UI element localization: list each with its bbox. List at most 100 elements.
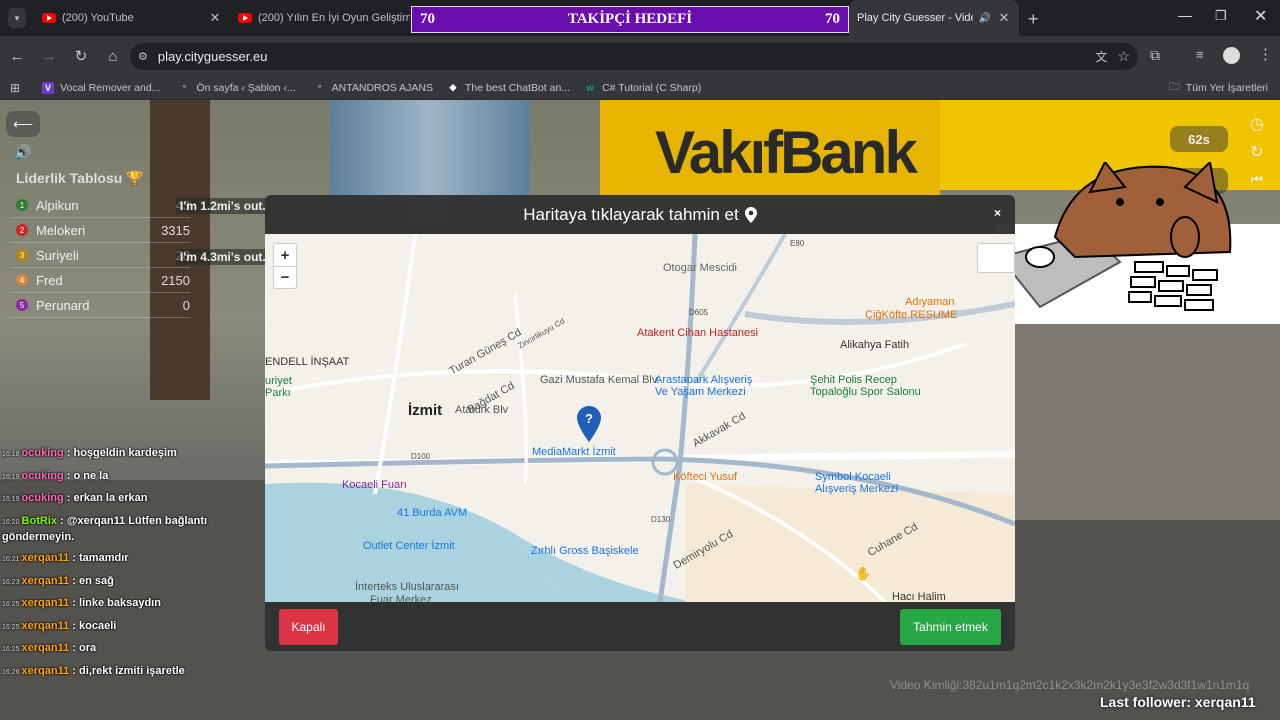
zoom-controls: + − [273, 243, 297, 289]
rank-badge: 5 [16, 299, 28, 311]
chat-message: 16:19 ocuking : o ne la [2, 469, 264, 485]
chat-time: 16:25 [2, 646, 20, 653]
zoom-in-button[interactable]: + [274, 244, 296, 266]
chat-time: 16:19 [2, 473, 20, 481]
site-info-icon[interactable]: ⚙ [138, 50, 148, 63]
chat-username: xerqan11 [21, 619, 70, 632]
map-label: Ve Yaşam Merkezi [655, 386, 746, 398]
vocal-remover-icon: V [42, 81, 55, 94]
chat-message: 16:18 ocuking : hoşgeldin kardeşim [2, 446, 264, 462]
stream-chat: 16:18 ocuking : hoşgeldin kardeşim 16:19 oc… [2, 446, 264, 686]
map-label: D100 [411, 452, 431, 461]
out-notice-1: I'm 1.2mi's out. [176, 198, 270, 214]
guess-map-modal: Haritaya tıklayarak tahmin et × + − Otog… [265, 195, 1015, 651]
all-bookmarks-label: Tüm Yer İşaretleri [1185, 81, 1268, 94]
volume-icon[interactable]: 🔊 [6, 139, 40, 165]
youtube-icon [42, 13, 56, 23]
back-button[interactable]: ⟵ [6, 111, 40, 137]
leaderboard-row: 4 Fred 2150 [10, 268, 190, 293]
chat-time: 16:19 [2, 496, 20, 503]
reload-icon[interactable]: ↻ [66, 41, 96, 71]
tab-search-button[interactable]: ▾ [0, 0, 34, 36]
tab-cityguesser[interactable]: Play City Guesser - Video A 🔊 ✕ [849, 0, 1019, 36]
folder-icon: 🗀 [1169, 80, 1180, 93]
map-label: İnterteks Uluslararası [355, 581, 459, 593]
modal-header: Haritaya tıklayarak tahmin et × [265, 195, 1015, 234]
tab-youtube[interactable]: (200) YouTube ✕ [34, 0, 230, 36]
chat-time: 16:25 [2, 623, 20, 631]
apps-icon[interactable]: ⊞ [10, 81, 20, 95]
guess-button[interactable]: Tahmin etmek [900, 609, 1001, 645]
menu-icon[interactable]: ⋮ [1258, 45, 1273, 63]
forward-icon[interactable]: → [34, 41, 64, 71]
rank-badge: 2 [16, 224, 28, 236]
map-label: Alikahya Fatih [840, 339, 910, 351]
chat-text: : hoşgeldin kardeşim [66, 447, 177, 459]
close-tab-icon[interactable]: ✕ [997, 10, 1011, 26]
map-label: Otogar Mescidi [663, 262, 737, 274]
bookmark-label: ANTANDROS AJANS [331, 81, 433, 94]
tab-youtube-2[interactable]: (200) Yılın En İyi Oyun Geliştirm [230, 0, 410, 36]
chat-username: ocuking [21, 447, 64, 459]
timer-badge: 62s [1170, 126, 1228, 152]
avatar[interactable] [1223, 47, 1240, 64]
modal-close-icon[interactable]: × [994, 206, 1001, 220]
bookmark-3[interactable]: ° ANTANDROS AJANS [314, 82, 433, 94]
map-canvas[interactable]: + − Otogar Mescidi Atakent Cihan Hastanes… [265, 234, 1015, 602]
back-icon[interactable]: ← [2, 41, 32, 71]
out-notice-2: I'm 4.3mi's out. [176, 249, 270, 265]
chat-text: : erkan la erkan [66, 492, 148, 504]
home-icon[interactable]: ⌂ [98, 41, 128, 71]
vakifbank-sign: VakıfBank [600, 100, 940, 210]
bookmark-5[interactable]: w C# Tutorial (C Sharp) [584, 82, 702, 94]
bookmark-4[interactable]: ◆ The best ChatBot an... [447, 82, 571, 94]
bookmark-2[interactable]: ° Ön sayfa ‹ Şablon ‹... [178, 82, 296, 94]
chat-username: xerqan11 [21, 552, 70, 564]
leaderboard-row: 1Alpikun43 [10, 193, 190, 218]
chat-text: : di,rekt izmiti işaretle [72, 664, 185, 677]
extensions-icon[interactable]: ⧉ [1150, 47, 1160, 64]
translate-icon[interactable]: 文 [1095, 48, 1107, 65]
guess-marker-icon[interactable]: ? [577, 406, 601, 442]
clock-icon[interactable]: ◷ [1240, 111, 1274, 137]
minimize-button[interactable]: — [1178, 7, 1192, 23]
layers-button[interactable] [977, 243, 1015, 273]
chat-time: 16:18 [2, 451, 20, 458]
map-label: Fuar Merkez [370, 594, 432, 602]
chat-time: 16:26 [2, 668, 20, 676]
goal-left-count: 70 [420, 11, 435, 27]
map-label: Kocaeli Fuarı [342, 479, 407, 491]
chat-time: 16:21 [2, 556, 20, 563]
chatbot-icon: ◆ [449, 82, 457, 92]
window-close-button[interactable]: ✕ [1254, 6, 1267, 26]
address-bar[interactable]: ⚙ play.cityguesser.eu 文 ☆ [130, 43, 1138, 70]
bookmark-1[interactable]: V Vocal Remover and... [42, 81, 161, 94]
chat-username: xerqan11 [21, 574, 70, 587]
map-label: Outlet Center İzmit [363, 540, 455, 552]
map-label: E80 [790, 239, 805, 248]
bookmark-label: Vocal Remover and... [60, 81, 161, 94]
chat-username: ocuking [21, 492, 64, 504]
map-label: İzmit [408, 402, 443, 419]
modal-footer: Kapalı Tahmin etmek [265, 602, 1015, 651]
star-icon[interactable]: ☆ [1117, 48, 1130, 65]
player-score: 0 [182, 297, 190, 313]
map-label: Atatürk Blv [455, 404, 509, 416]
leaderboard-row: 3Suriyeli28 [10, 243, 190, 268]
last-follower: Last follower: xerqan11 [1100, 694, 1256, 710]
modal-title: Haritaya tıklayarak tahmin et [523, 204, 739, 224]
maximize-button[interactable]: ❐ [1215, 8, 1227, 24]
w3schools-icon: w [586, 82, 594, 93]
chat-username: xerqan11 [21, 597, 70, 609]
media-icon[interactable]: ≡ [1196, 47, 1204, 62]
tab-title: Play City Guesser - Video A [857, 12, 973, 24]
map-label: Zırhlı Gross Başiskele [531, 545, 639, 557]
map-label: Hacı Halim [892, 591, 946, 602]
all-bookmarks[interactable]: 🗀 Tüm Yer İşaretleri [1169, 79, 1268, 97]
chat-username: xerqan11 [21, 664, 70, 677]
zoom-out-button[interactable]: − [274, 266, 296, 288]
close-tab-icon[interactable]: ✕ [208, 10, 222, 26]
wordpress-icon: ° [182, 82, 187, 93]
close-button[interactable]: Kapalı [279, 609, 338, 645]
new-tab-button[interactable]: + [1028, 9, 1039, 30]
